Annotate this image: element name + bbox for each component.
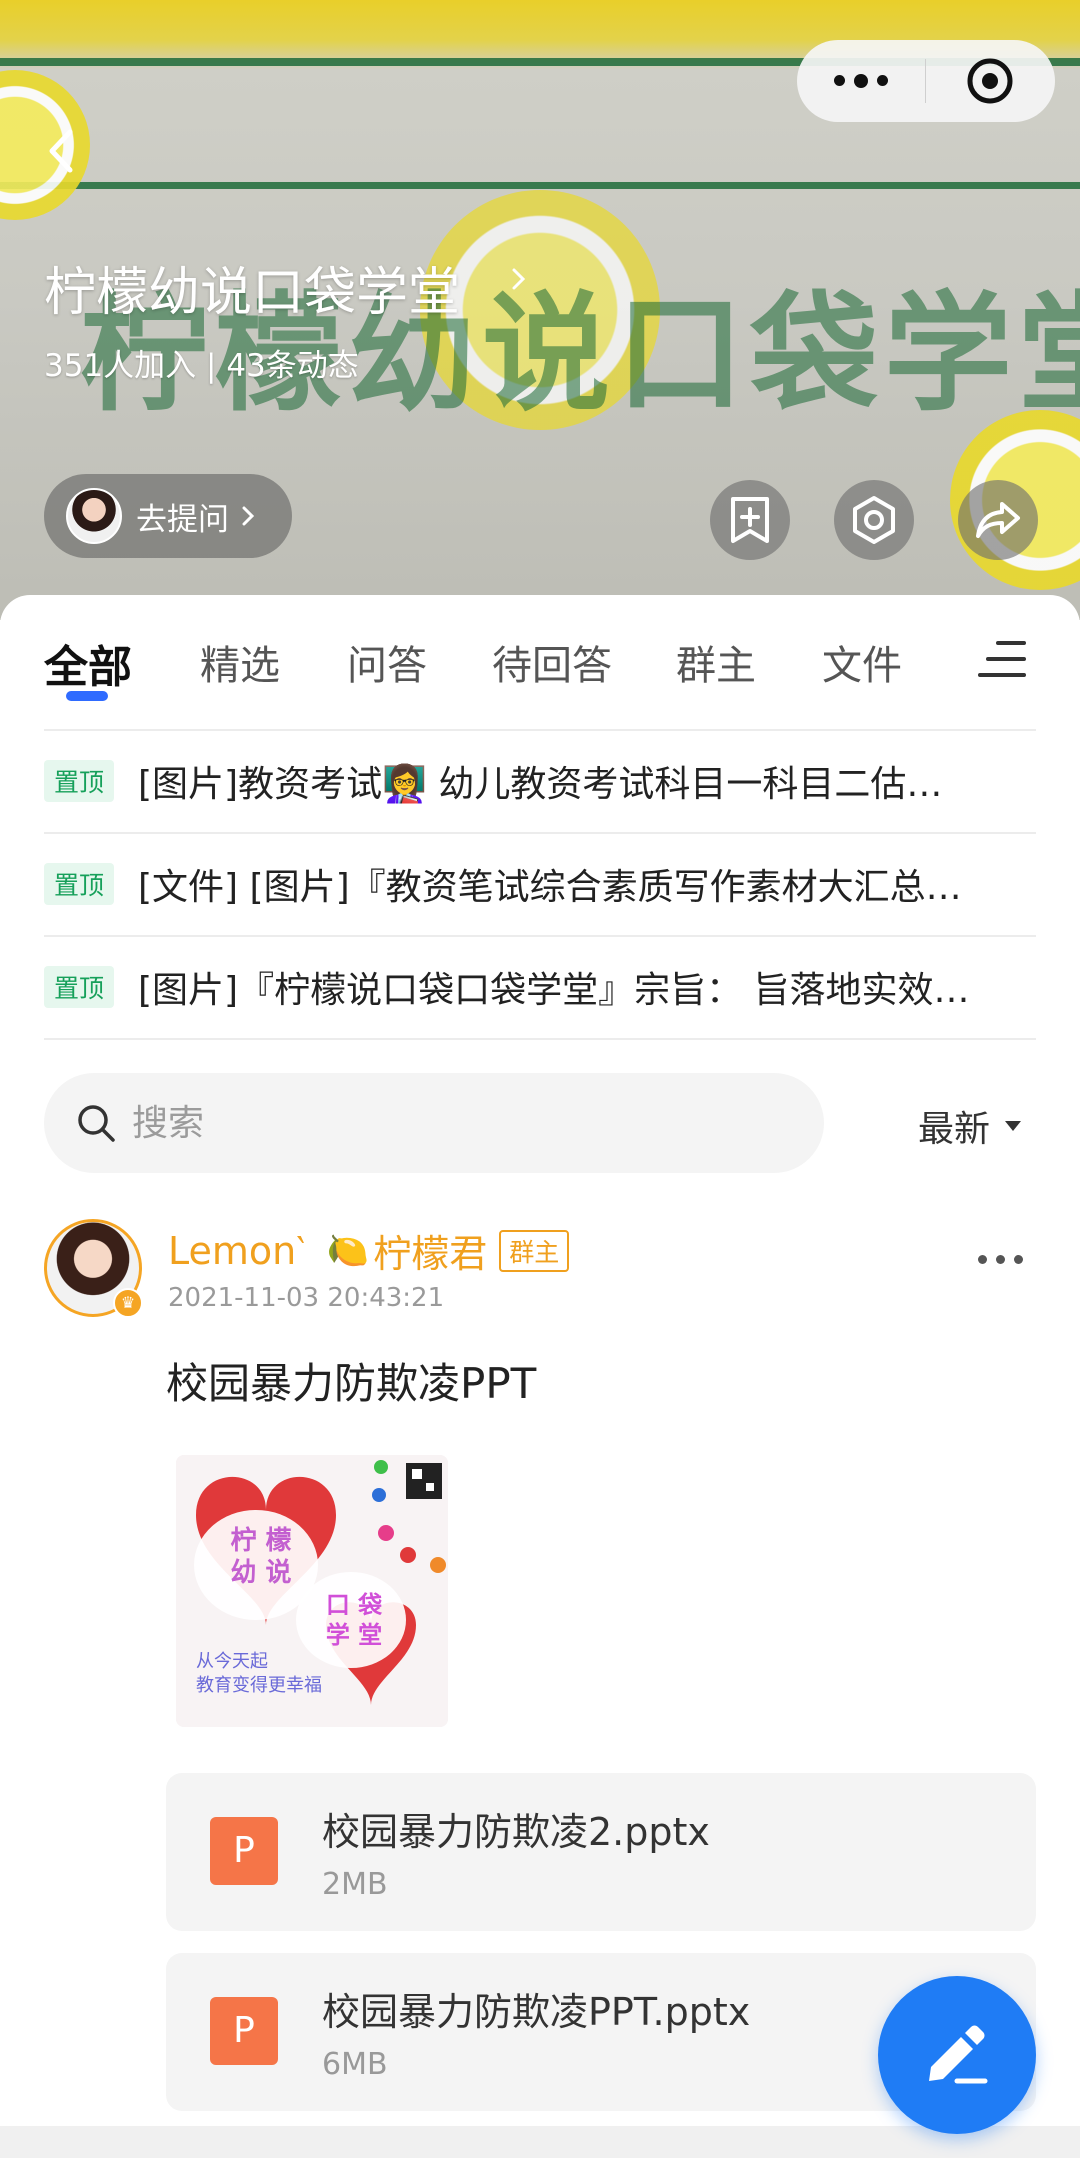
image-text: 口 袋 学 堂 bbox=[325, 1591, 383, 1649]
post-timestamp: 2021-11-03 20:43:21 bbox=[168, 1283, 445, 1313]
pinned-text: [图片]教资考试👩‍🏫 幼儿教资考试科目一科目二估… bbox=[138, 764, 943, 805]
content-panel: 全部 精选 问答 待回答 群主 文件 置顶 [图片]教资考试👩‍🏫 幼儿教资考试… bbox=[0, 595, 1080, 2158]
miniprogram-capsule bbox=[797, 40, 1055, 122]
pinned-post[interactable]: 置顶 [图片]『柠檬说口袋口袋学堂』宗旨： 旨落地实效… bbox=[44, 937, 1036, 1037]
tab-qa[interactable]: 问答 bbox=[347, 633, 427, 691]
chevron-right-icon bbox=[242, 506, 255, 526]
compose-post-button[interactable] bbox=[878, 1976, 1036, 2134]
share-button[interactable] bbox=[958, 480, 1038, 560]
menu-icon[interactable] bbox=[976, 637, 1028, 681]
search-input[interactable] bbox=[130, 1101, 734, 1145]
more-menu-button[interactable] bbox=[797, 73, 925, 88]
author-avatar[interactable]: ♛ bbox=[44, 1219, 143, 1318]
author-nickname: 柠檬君 bbox=[373, 1232, 488, 1276]
pinned-text: [文件] [图片]『教资笔试综合素质写作素材大汇总… bbox=[138, 867, 962, 908]
file-attachment[interactable]: P 校园暴力防欺凌2.pptx 2MB bbox=[166, 1773, 1036, 1931]
tab-pending[interactable]: 待回答 bbox=[492, 633, 612, 691]
lemon-emoji: 🍋 bbox=[326, 1230, 370, 1271]
banner-stripe bbox=[0, 182, 1080, 189]
pinned-badge: 置顶 bbox=[44, 760, 115, 802]
tab-bar: 全部 精选 问答 待回答 群主 文件 bbox=[0, 595, 1080, 730]
settings-hexagon-icon bbox=[853, 496, 895, 544]
group-title[interactable]: 柠檬幼说口袋学堂 bbox=[44, 250, 460, 325]
author-line: Lemon‵ 🍋 柠檬君 群主 bbox=[168, 1223, 570, 1278]
divider bbox=[44, 1038, 1036, 1040]
file-name: 校园暴力防欺凌PPT.pptx bbox=[322, 1990, 751, 2034]
file-size: 6MB bbox=[322, 2047, 388, 2082]
search-box bbox=[44, 1073, 824, 1173]
sort-label: 最新 bbox=[918, 1109, 991, 1150]
close-miniprogram-button[interactable] bbox=[926, 56, 1054, 106]
crown-icon: ♛ bbox=[113, 1288, 143, 1318]
ppt-file-icon: P bbox=[210, 1997, 278, 2065]
image-text: 柠 檬 幼 说 bbox=[230, 1526, 292, 1588]
target-icon bbox=[967, 58, 1013, 104]
bottom-divider bbox=[0, 2126, 1080, 2158]
pinned-post[interactable]: 置顶 [图片]教资考试👩‍🏫 幼儿教资考试科目一科目二估… bbox=[44, 731, 1036, 831]
bookmark-plus-icon bbox=[731, 497, 769, 543]
tab-active-indicator bbox=[66, 691, 108, 701]
bookmark-add-button[interactable] bbox=[710, 480, 790, 560]
pinned-text: [图片]『柠檬说口袋口袋学堂』宗旨： 旨落地实效… bbox=[138, 970, 970, 1011]
tab-featured[interactable]: 精选 bbox=[200, 633, 280, 691]
author-name[interactable]: Lemon‵ bbox=[168, 1229, 305, 1273]
pinned-post[interactable]: 置顶 [文件] [图片]『教资笔试综合素质写作素材大汇总… bbox=[44, 834, 1036, 934]
share-icon bbox=[976, 502, 1020, 538]
post-text: 校园暴力防欺凌PPT bbox=[166, 1359, 537, 1408]
pinned-badge: 置顶 bbox=[44, 863, 115, 905]
owner-badge: 群主 bbox=[499, 1229, 570, 1272]
image-caption: 从今天起 教育变得更幸福 bbox=[196, 1651, 322, 1696]
file-size: 2MB bbox=[322, 1867, 388, 1902]
settings-button[interactable] bbox=[834, 480, 914, 560]
search-icon bbox=[78, 1105, 115, 1142]
chevron-right-icon[interactable] bbox=[508, 262, 530, 296]
caret-down-icon bbox=[1005, 1121, 1022, 1131]
edit-pencil-icon bbox=[929, 2025, 988, 2084]
ppt-file-icon: P bbox=[210, 1817, 278, 1885]
ask-question-label: 去提问 bbox=[136, 501, 229, 538]
pinned-badge: 置顶 bbox=[44, 966, 115, 1008]
group-stats: 351人加入 | 43条动态 bbox=[44, 348, 359, 384]
back-icon[interactable] bbox=[42, 126, 82, 176]
file-name: 校园暴力防欺凌2.pptx bbox=[322, 1810, 710, 1854]
post-image[interactable]: 柠 檬 幼 说 口 袋 学 堂 从今天起 教育变得更幸福 bbox=[176, 1455, 448, 1727]
tab-all[interactable]: 全部 bbox=[44, 631, 132, 695]
tab-owner[interactable]: 群主 bbox=[676, 633, 756, 691]
sort-dropdown[interactable]: 最新 bbox=[918, 1100, 1022, 1152]
tab-files[interactable]: 文件 bbox=[822, 633, 902, 691]
post-more-button[interactable] bbox=[978, 1255, 1023, 1264]
ask-question-button[interactable]: 去提问 bbox=[44, 474, 292, 558]
avatar bbox=[66, 488, 122, 544]
